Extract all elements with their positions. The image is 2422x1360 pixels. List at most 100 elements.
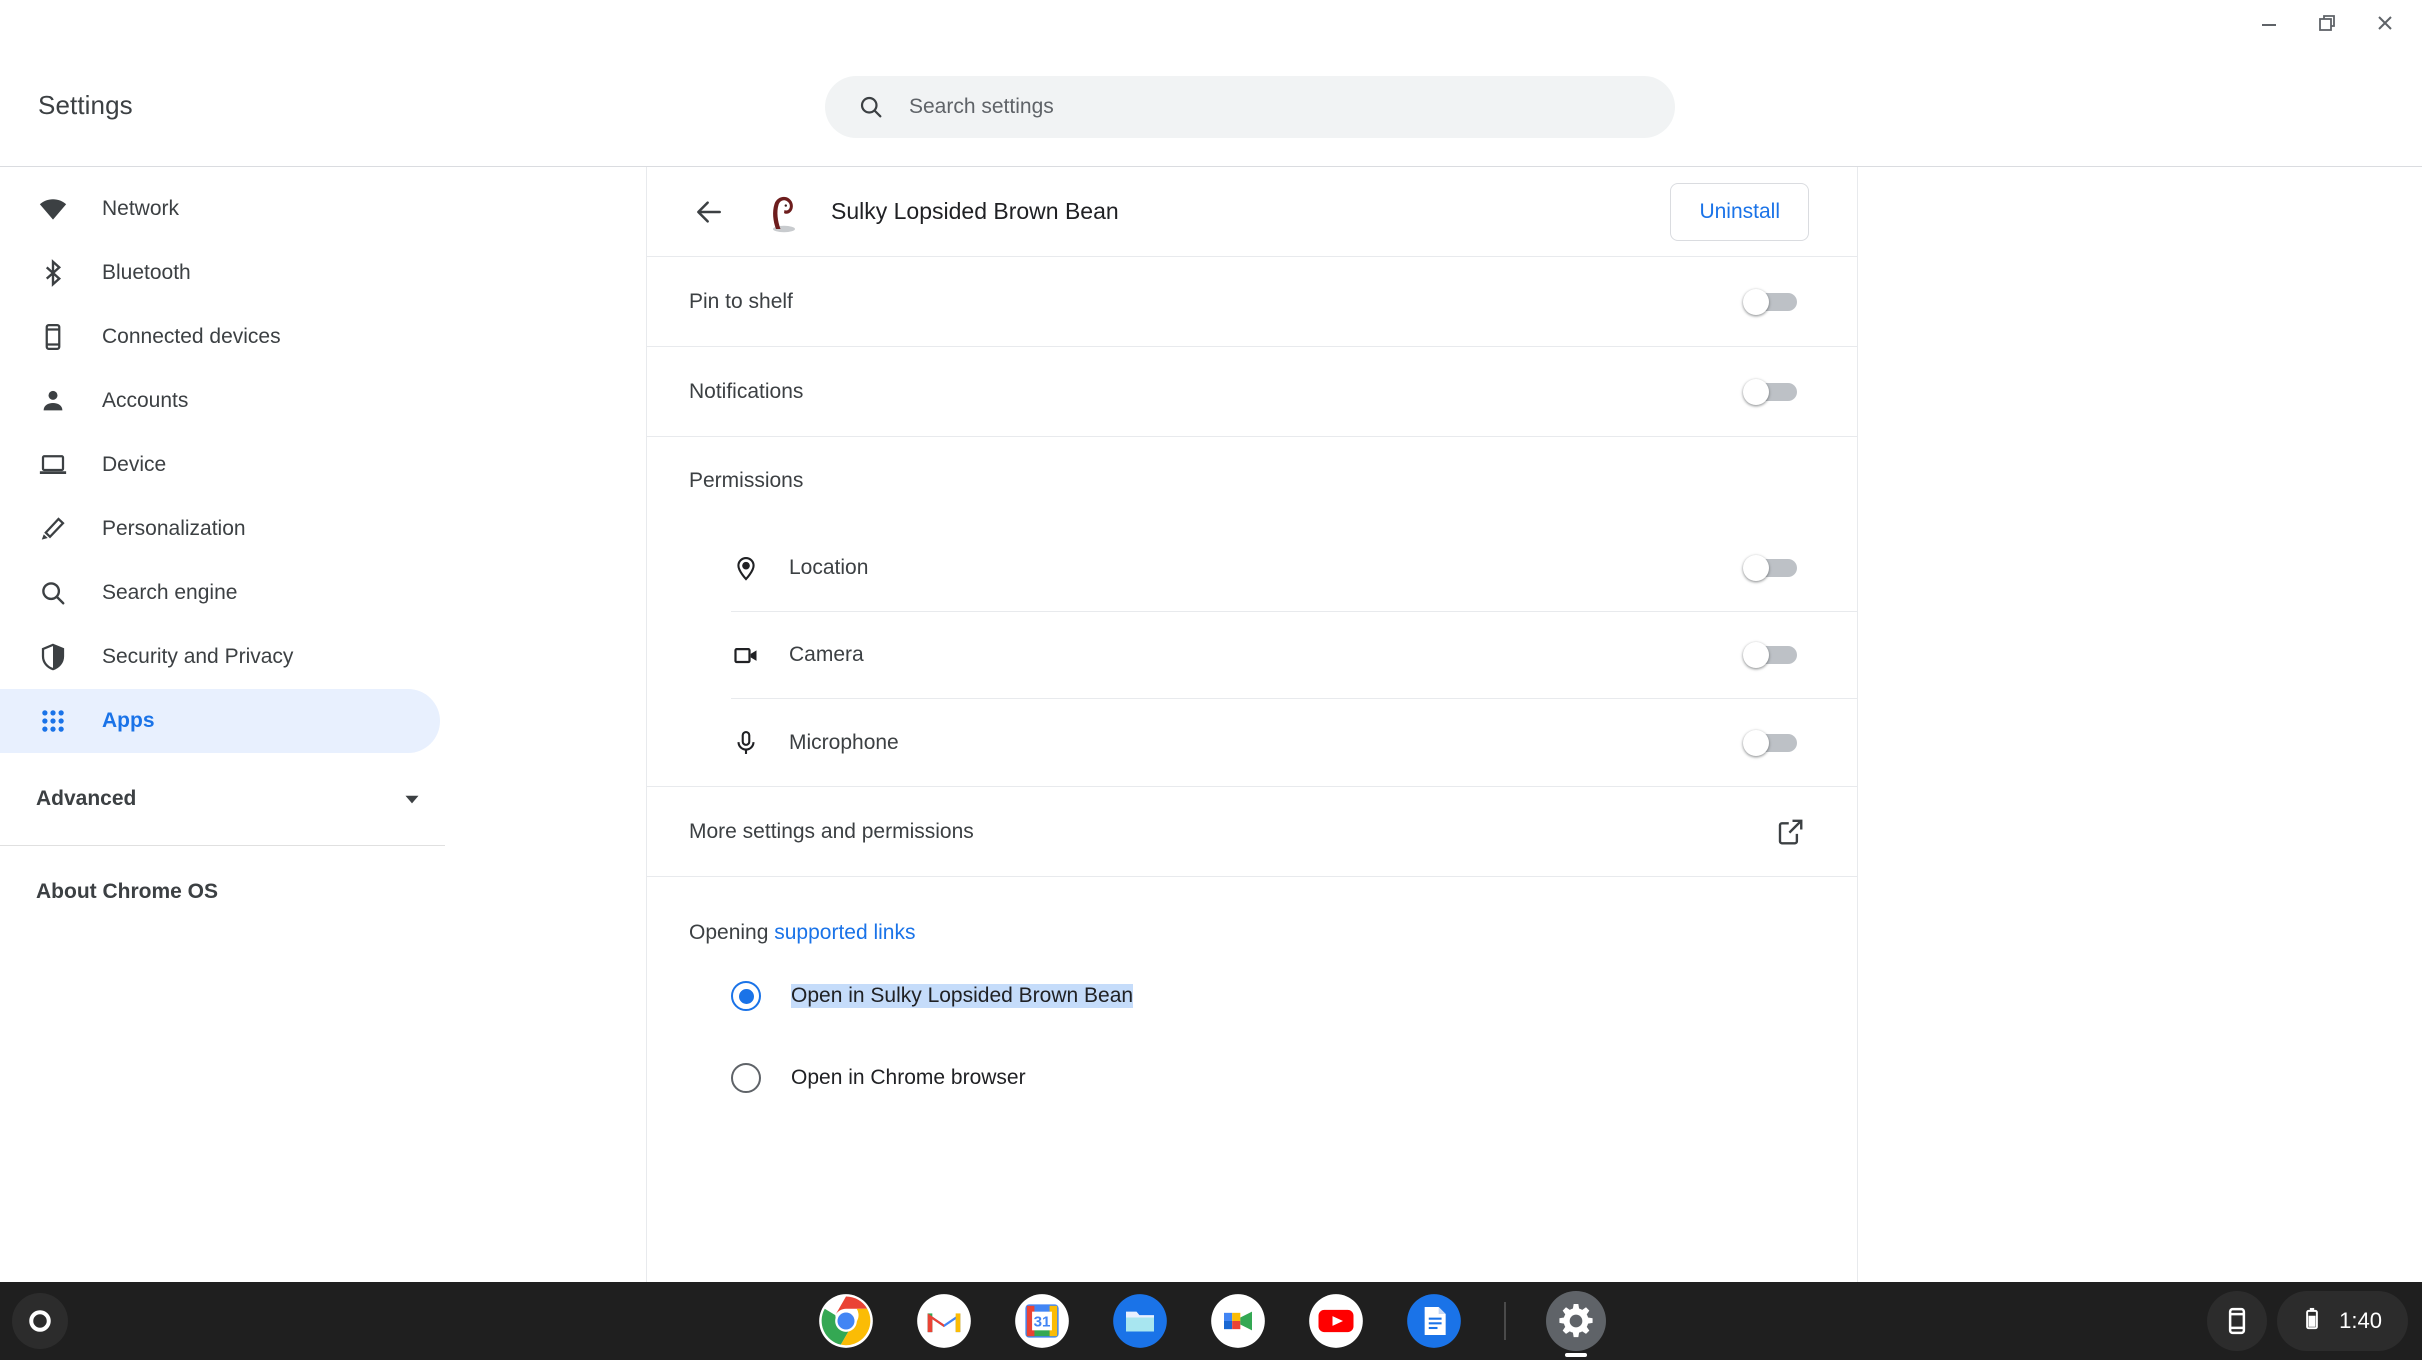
toggle-knob	[1743, 642, 1769, 668]
sidebar-advanced-toggle[interactable]: Advanced	[0, 767, 445, 831]
clock-label: 1:40	[2339, 1308, 2382, 1333]
status-tray[interactable]: 1:40	[2277, 1291, 2408, 1351]
permission-label: Camera	[789, 643, 864, 666]
app-name: Sulky Lopsided Brown Bean	[831, 198, 1119, 224]
shelf-app-list: 31	[816, 1291, 1606, 1357]
permission-row-camera[interactable]: Camera	[731, 612, 1857, 699]
setting-label: Pin to shelf	[689, 289, 793, 313]
toggle-knob	[1743, 378, 1769, 405]
sidebar-item-label: About Chrome OS	[36, 880, 218, 903]
sidebar-item-accounts[interactable]: Accounts	[0, 369, 440, 433]
bluetooth-icon	[36, 258, 70, 288]
app-icon	[759, 188, 807, 236]
permissions-title: Permissions	[689, 469, 804, 492]
radio-option-label: Open in Sulky Lopsided Brown Bean	[791, 984, 1134, 1008]
active-app-indicator	[1565, 1353, 1587, 1357]
camera-toggle[interactable]	[1743, 642, 1797, 668]
search-box[interactable]	[825, 76, 1675, 138]
sidebar-item-network[interactable]: Network	[0, 177, 440, 241]
app-detail-header: Sulky Lopsided Brown Bean Uninstall	[647, 167, 1857, 257]
supported-links-prefix: Opening	[689, 921, 775, 944]
sidebar-item-connected-devices[interactable]: Connected devices	[0, 305, 440, 369]
permission-row-location[interactable]: Location	[731, 525, 1857, 612]
search-icon	[857, 93, 885, 121]
shelf-app-youtube[interactable]	[1306, 1291, 1366, 1351]
sidebar-divider	[0, 845, 445, 846]
sidebar-item-label: Security and Privacy	[102, 645, 294, 668]
permission-label: Microphone	[789, 730, 899, 754]
sidebar-item-label: Apps	[102, 709, 155, 732]
shelf-app-files[interactable]	[1110, 1291, 1170, 1351]
shelf-app-gmail[interactable]	[914, 1291, 974, 1351]
notifications-toggle[interactable]	[1743, 378, 1797, 405]
sidebar-item-personalization[interactable]: Personalization	[0, 497, 440, 561]
supported-links-section: Opening supported links Open in Sulky Lo…	[647, 877, 1857, 1109]
page-title: Settings	[38, 90, 133, 120]
gmail-icon	[917, 1294, 971, 1348]
meet-icon	[1211, 1294, 1265, 1348]
search-icon	[36, 578, 70, 608]
setting-label: Notifications	[689, 379, 804, 403]
status-area: 1:40	[2207, 1291, 2408, 1351]
arrow-back-icon[interactable]	[689, 192, 729, 232]
toggle-knob	[1743, 729, 1769, 756]
shelf-divider	[1504, 1302, 1506, 1340]
radio-button-selected[interactable]	[731, 981, 761, 1011]
sidebar-item-bluetooth[interactable]: Bluetooth	[0, 241, 440, 305]
sidebar-item-label: Device	[102, 453, 167, 476]
radio-button-unselected[interactable]	[731, 1063, 761, 1093]
files-icon	[1113, 1294, 1167, 1348]
location-pin-icon	[731, 554, 761, 582]
radio-option-label: Open in Chrome browser	[791, 1066, 1026, 1089]
sidebar-item-label: Connected devices	[102, 325, 281, 348]
setting-row-notifications[interactable]: Notifications	[647, 347, 1857, 437]
pin-to-shelf-toggle[interactable]	[1743, 288, 1797, 315]
shelf-app-google-docs[interactable]	[1404, 1291, 1464, 1351]
uninstall-button[interactable]: Uninstall	[1670, 182, 1809, 241]
location-toggle[interactable]	[1743, 555, 1797, 581]
supported-links-link[interactable]: supported links	[774, 921, 915, 944]
shelf-app-chrome[interactable]	[816, 1291, 876, 1351]
setting-row-pin-to-shelf[interactable]: Pin to shelf	[647, 257, 1857, 347]
shelf-app-settings[interactable]	[1546, 1291, 1606, 1357]
launcher-circle-icon[interactable]	[12, 1293, 68, 1349]
calendar-icon: 31	[1015, 1294, 1069, 1348]
minimize-icon[interactable]	[2246, 4, 2292, 42]
sidebar-item-about-chrome-os[interactable]: About Chrome OS	[0, 860, 445, 924]
more-settings-label: More settings and permissions	[689, 819, 974, 843]
sidebar-item-device[interactable]: Device	[0, 433, 440, 497]
radio-option-open-in-chrome[interactable]: Open in Chrome browser	[731, 1047, 1857, 1109]
permission-row-microphone[interactable]: Microphone	[731, 699, 1857, 786]
more-settings-and-permissions-row[interactable]: More settings and permissions	[647, 787, 1857, 877]
open-in-new-icon[interactable]	[1775, 817, 1805, 847]
chrome-icon	[819, 1294, 873, 1348]
smartphone-icon	[36, 322, 70, 352]
radio-option-open-in-app[interactable]: Open in Sulky Lopsided Brown Bean	[731, 965, 1857, 1027]
search-input[interactable]	[909, 95, 1609, 119]
sidebar-item-search-engine[interactable]: Search engine	[0, 561, 440, 625]
person-icon	[36, 386, 70, 416]
sidebar: Network Bluetooth Connected devices Acco…	[0, 167, 647, 1282]
settings-window: Settings Network	[0, 0, 2422, 1282]
app-detail-panel: Sulky Lopsided Brown Bean Uninstall Pin …	[647, 167, 1858, 1282]
shield-icon	[36, 642, 70, 672]
sidebar-item-label: Accounts	[102, 389, 189, 412]
shelf-app-google-calendar[interactable]: 31	[1012, 1291, 1072, 1351]
sidebar-item-apps[interactable]: Apps	[0, 689, 440, 753]
permissions-group: Permissions Location Camera Microphone	[647, 437, 1857, 787]
restore-icon[interactable]	[2304, 4, 2350, 42]
sidebar-item-label: Bluetooth	[102, 261, 191, 284]
battery-icon	[2299, 1306, 2325, 1337]
microphone-toggle[interactable]	[1743, 729, 1797, 756]
calendar-day-label: 31	[1034, 1313, 1051, 1330]
permission-label: Location	[789, 556, 869, 579]
camera-icon	[731, 641, 761, 669]
sidebar-item-label: Personalization	[102, 517, 246, 540]
shelf: 31 1:40	[0, 1282, 2422, 1360]
apps-grid-icon	[36, 706, 70, 736]
sidebar-item-security-and-privacy[interactable]: Security and Privacy	[0, 625, 440, 689]
sidebar-advanced-label: Advanced	[36, 787, 137, 810]
close-icon[interactable]	[2362, 4, 2408, 42]
phone-hub-icon[interactable]	[2207, 1291, 2268, 1351]
shelf-app-google-meet[interactable]	[1208, 1291, 1268, 1351]
